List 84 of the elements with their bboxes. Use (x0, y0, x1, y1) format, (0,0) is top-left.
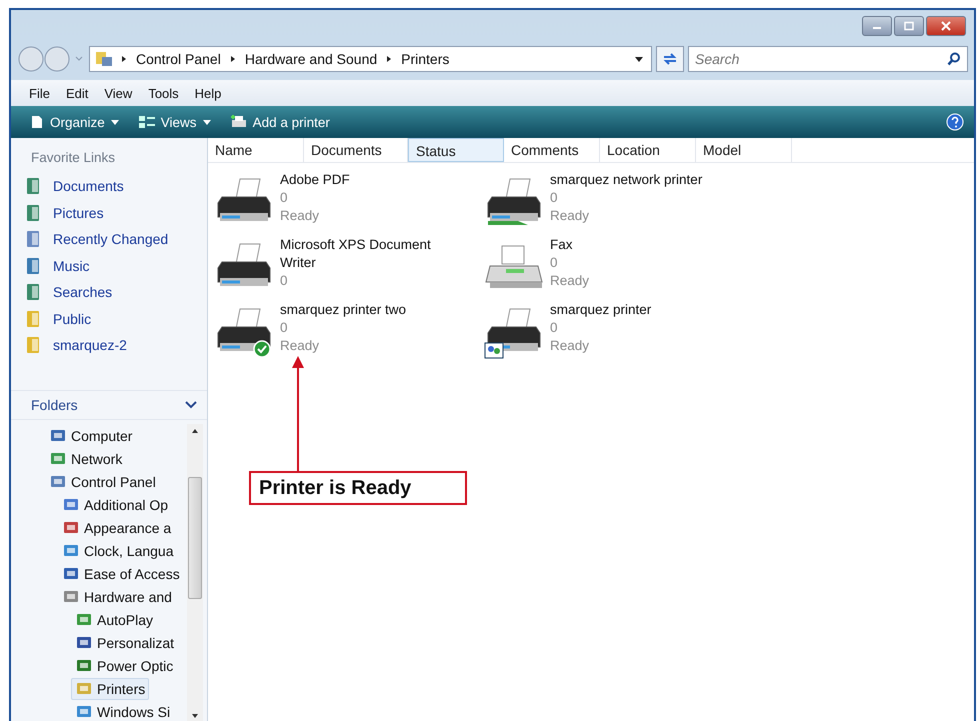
folder-tree-item[interactable]: Hardware and (58, 586, 176, 608)
favorite-link[interactable]: Music (21, 252, 207, 279)
printer-name: smarquez printer (550, 301, 652, 319)
folder-tree-item[interactable]: Control Panel (45, 470, 160, 492)
dropdown-caret-icon[interactable] (633, 54, 645, 64)
favorite-link[interactable]: Pictures (21, 200, 207, 226)
column-header[interactable]: Model (696, 138, 792, 162)
printer-name: smarquez printer two (280, 301, 406, 319)
printer-item[interactable]: Fax 0 Ready (484, 236, 814, 299)
menu-item[interactable]: Help (188, 84, 228, 102)
folder-tree-item[interactable]: Personalizat (71, 632, 178, 654)
printer-item[interactable]: Microsoft XPS Document Writer 0 (214, 236, 484, 299)
printer-name: smarquez network printer (550, 171, 702, 189)
favorite-link[interactable]: smarquez-2 (21, 332, 207, 358)
toolbar-button[interactable]: Add a printer (226, 111, 334, 133)
document-count: 0 (280, 272, 289, 290)
close-icon (939, 21, 953, 31)
favorite-link[interactable]: Documents (21, 173, 207, 200)
maximize-button[interactable] (894, 16, 924, 36)
favorite-link[interactable]: Public (21, 306, 207, 332)
breadcrumb[interactable]: Control Panel (134, 51, 223, 67)
refresh-icon (661, 51, 679, 67)
menu-item[interactable]: File (23, 84, 56, 102)
toolbar-button[interactable]: Organize (25, 111, 124, 133)
document-count: 0 (280, 319, 289, 337)
search-icon (947, 52, 961, 66)
folder-tree-item[interactable]: Network (45, 448, 126, 470)
printer-item[interactable]: smarquez printer two 0 Ready (214, 301, 484, 364)
folder-tree-item[interactable]: Computer (45, 424, 136, 446)
maximize-icon (902, 21, 916, 31)
address-bar[interactable]: Control Panel Hardware and Sound Printers (89, 46, 652, 72)
favorite-link[interactable]: Searches (21, 279, 207, 306)
menu-item[interactable]: Tools (142, 84, 185, 102)
printer-item[interactable]: Adobe PDF 0 Ready (214, 171, 484, 234)
folder-tree-item[interactable]: Ease of Access (58, 562, 184, 584)
printer-icon (230, 114, 248, 130)
refresh-button[interactable] (656, 46, 684, 72)
folder-tree-item[interactable]: Clock, Langua (58, 540, 178, 562)
folder-tree-item[interactable]: Power Optic (71, 654, 178, 676)
printer-name: Microsoft XPS Document Writer (280, 236, 432, 272)
printer-name: Fax (550, 236, 574, 254)
folder-tree-item[interactable]: AutoPlay (71, 608, 158, 630)
scroll-down-icon[interactable] (191, 713, 199, 719)
printer-item[interactable]: smarquez printer 0 Ready (484, 301, 814, 364)
scrollbar[interactable] (187, 424, 203, 721)
menu-item[interactable]: View (98, 84, 138, 102)
help-icon[interactable] (946, 113, 964, 131)
document-count: 0 (550, 319, 559, 337)
printer-status: Ready (550, 272, 590, 290)
folder-tree-item[interactable]: Appearance a (58, 516, 176, 538)
breadcrumb[interactable]: Hardware and Sound (242, 51, 380, 67)
printer-status: Ready (550, 207, 590, 225)
views-icon (138, 114, 156, 130)
folder-tree-item[interactable]: Additional Op (58, 494, 172, 516)
collapse-chevron-icon[interactable] (185, 400, 197, 410)
callout-label: Printer is Ready (249, 471, 467, 505)
folders-header[interactable]: Folders (31, 397, 78, 413)
caret-icon (202, 118, 212, 126)
caret-icon (110, 118, 120, 126)
column-header[interactable]: Comments (504, 138, 600, 162)
document-count: 0 (550, 254, 559, 272)
control-panel-icon (94, 50, 114, 68)
document-count: 0 (280, 189, 289, 207)
menu-item[interactable]: Edit (60, 84, 94, 102)
document-count: 0 (550, 189, 559, 207)
printer-name: Adobe PDF (280, 171, 350, 189)
close-button[interactable] (926, 16, 966, 36)
folder-tree-item[interactable]: Printers (71, 678, 150, 700)
favorite-links-header: Favorite Links (31, 150, 116, 165)
favorite-link[interactable]: Recently Changed (21, 226, 207, 252)
breadcrumb[interactable]: Printers (399, 51, 452, 67)
column-header[interactable]: Name (208, 138, 304, 162)
search-field[interactable]: Search (688, 46, 968, 72)
page-icon (29, 114, 45, 130)
column-header[interactable]: Location (600, 138, 696, 162)
printer-status: Ready (280, 337, 320, 355)
scroll-up-icon[interactable] (191, 428, 199, 434)
printer-status: Ready (280, 207, 320, 225)
minimize-button[interactable] (862, 16, 892, 36)
printer-status: Ready (550, 337, 590, 355)
printer-item[interactable]: smarquez network printer 0 Ready (484, 171, 814, 234)
column-header[interactable]: Status (408, 138, 504, 162)
toolbar-button[interactable]: Views (134, 111, 216, 133)
folder-tree-item[interactable]: Windows Si (71, 700, 174, 721)
